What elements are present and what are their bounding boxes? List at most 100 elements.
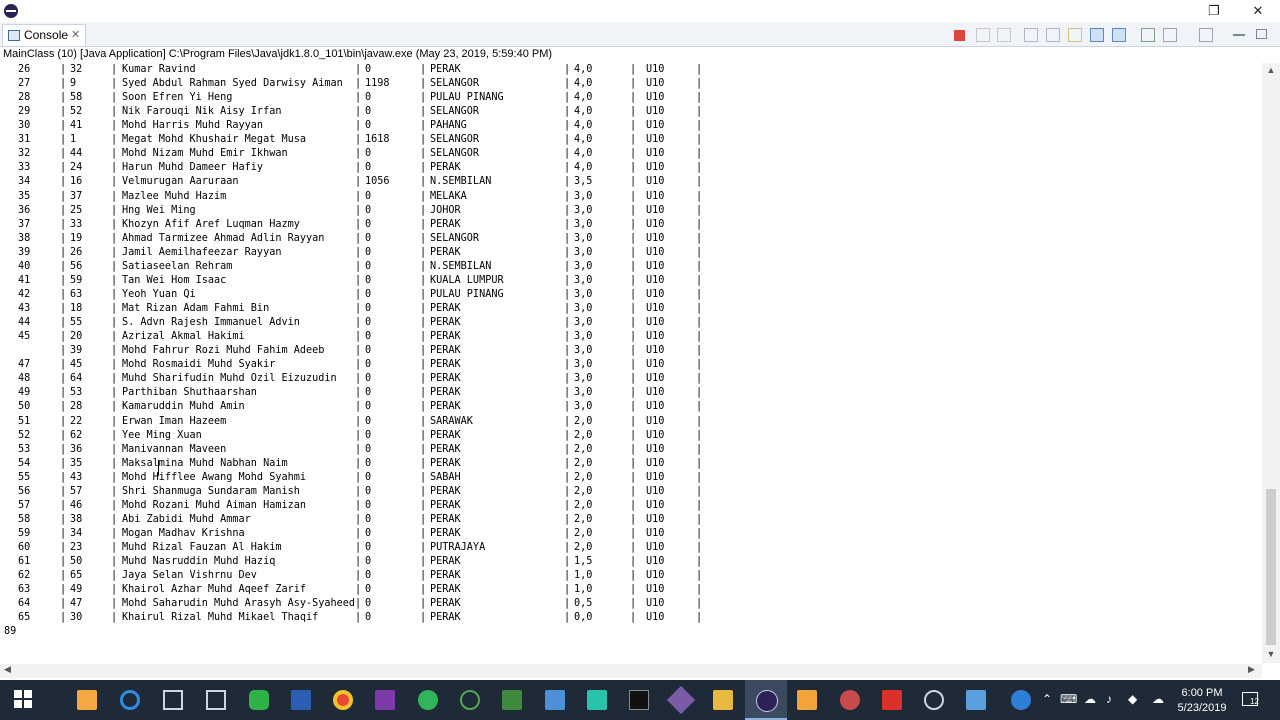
column-separator: | (564, 457, 571, 469)
column-separator: | (355, 542, 362, 554)
cell-rating: 0 (365, 317, 372, 329)
action-center-icon[interactable]: 12 (1242, 692, 1259, 706)
scroll-left-icon[interactable]: ◀ (4, 664, 11, 675)
clear-console-icon[interactable] (1024, 28, 1038, 42)
scroll-lock-icon[interactable] (1046, 28, 1060, 42)
show-console-stdout-icon[interactable] (1090, 28, 1104, 42)
cell-state: PERAK (430, 64, 461, 75)
horizontal-scrollbar[interactable]: ◀ ▶ (0, 664, 1262, 678)
cell-state: PERAK (430, 598, 461, 610)
settings-app-icon[interactable] (924, 690, 944, 710)
cell-n: 56 (18, 485, 31, 497)
cell-cat: U10 (646, 331, 665, 343)
ime-icon[interactable]: ⌨ (1060, 692, 1077, 706)
vertical-scroll-thumb[interactable] (1266, 489, 1276, 645)
start-windows-icon[interactable] (14, 690, 34, 710)
show-console-stderr-icon[interactable] (1112, 28, 1126, 42)
table-row: | | | | | | | 41 59 Tan Wei Hom Isaac 0 KUALA LUMPU… (0, 275, 760, 289)
maximize-view-icon[interactable] (1256, 29, 1267, 39)
chrome-icon[interactable] (333, 690, 353, 710)
column-separator: | (355, 134, 362, 146)
acrobat-icon[interactable] (882, 690, 902, 710)
system-clock[interactable]: 6:00 PM 5/23/2019 (1172, 686, 1232, 716)
column-separator: | (111, 359, 118, 371)
table-row: | | | | | | | 29 52 Nik Farouqi Nik Aisy Irfan 0 SE… (0, 106, 760, 120)
cell-name: Mazlee Muhd Hazim (122, 190, 227, 202)
column-separator: | (564, 471, 571, 483)
help-icon[interactable] (1011, 690, 1031, 710)
cell-rating: 0 (365, 556, 372, 568)
column-separator: | (60, 64, 67, 75)
column-separator: | (60, 106, 67, 118)
mail-icon[interactable] (206, 690, 226, 710)
cell-rating: 1618 (365, 134, 390, 146)
onedrive-icon[interactable]: ☁ (1084, 692, 1096, 706)
red-app-icon[interactable] (840, 690, 860, 710)
show-hidden-icons-icon[interactable]: ⌃ (1042, 692, 1052, 706)
cell-name: Soon Efren Yi Heng (122, 92, 233, 104)
column-separator: | (564, 401, 571, 413)
scroll-right-icon[interactable]: ▶ (1248, 664, 1255, 675)
column-separator: | (420, 148, 427, 160)
terminate-icon[interactable] (954, 30, 965, 41)
column-separator: | (630, 471, 637, 483)
calendar-icon[interactable] (163, 690, 183, 710)
vertical-scrollbar[interactable]: ▲ ▼ (1262, 63, 1280, 663)
dropbox-icon[interactable]: ◆ (1128, 692, 1137, 706)
eclipse-taskbar-button[interactable] (745, 680, 787, 720)
word-icon[interactable] (291, 690, 311, 710)
display-selected-console-icon[interactable] (1163, 28, 1177, 42)
remove-all-terminated-icon[interactable] (997, 28, 1011, 42)
column-separator: | (564, 64, 571, 75)
column-separator: | (564, 260, 571, 272)
restore-window-button[interactable]: ❐ (1192, 0, 1236, 22)
scroll-up-icon[interactable]: ▲ (1262, 65, 1280, 77)
network-icon[interactable]: ☁ (1152, 692, 1164, 706)
column-separator: | (355, 527, 362, 539)
git-icon[interactable] (460, 690, 480, 710)
column-separator: | (111, 120, 118, 132)
column-separator: | (564, 204, 571, 216)
pycharm-icon[interactable] (587, 690, 607, 710)
volume-icon[interactable]: ♪ (1106, 692, 1112, 706)
visual-studio-icon[interactable] (666, 685, 696, 715)
onenote-icon[interactable] (375, 690, 395, 710)
table-row: | | | | | | | 54 35 Maksalmina Muhd Nabhan Naim 0 P… (0, 458, 760, 472)
column-separator: | (355, 162, 362, 174)
cell-state: PERAK (430, 429, 461, 441)
column-separator: | (696, 274, 703, 286)
file-explorer-icon[interactable] (713, 690, 733, 710)
close-window-button[interactable]: ✕ (1236, 0, 1280, 22)
column-separator: | (564, 513, 571, 525)
whatsapp-icon[interactable] (418, 690, 438, 710)
console-output[interactable]: | | | | | | | 26 32 Kumar Ravind 0 PERAK 4,0 U10 | | | | |… (0, 63, 1262, 663)
cell-points: 4,0 (574, 92, 593, 104)
launch-info: MainClass (10) [Java Application] C:\Pro… (3, 48, 553, 60)
column-separator: | (696, 584, 703, 596)
cell-name: Khairol Azhar Muhd Aqeef Zarif (122, 584, 307, 596)
scroll-down-icon[interactable]: ▼ (1262, 649, 1280, 661)
word-wrap-icon[interactable] (1068, 28, 1082, 42)
column-separator: | (420, 92, 427, 104)
remove-launch-icon[interactable] (976, 28, 990, 42)
column-separator: | (564, 499, 571, 511)
green-app-icon[interactable] (502, 690, 522, 710)
column-separator: | (696, 542, 703, 554)
tab-close-icon[interactable]: ✕ (71, 28, 80, 41)
column-separator: | (564, 78, 571, 90)
store-icon[interactable] (77, 690, 97, 710)
cell-rating: 0 (365, 303, 372, 315)
minimize-view-icon[interactable] (1233, 34, 1245, 36)
command-prompt-icon[interactable] (629, 690, 649, 710)
edge-browser-icon[interactable] (120, 690, 140, 710)
cell-rating: 0 (365, 471, 372, 483)
blue-app-icon[interactable] (966, 690, 986, 710)
line-app-icon[interactable] (249, 690, 269, 710)
cell-state: PAHANG (430, 120, 467, 132)
tab-console[interactable]: Console ✕ (2, 24, 86, 46)
open-console-icon[interactable] (1199, 28, 1213, 42)
column-separator: | (564, 584, 571, 596)
star-app-icon[interactable] (797, 690, 817, 710)
virtualbox-icon[interactable] (545, 690, 565, 710)
pin-console-icon[interactable] (1141, 28, 1155, 42)
